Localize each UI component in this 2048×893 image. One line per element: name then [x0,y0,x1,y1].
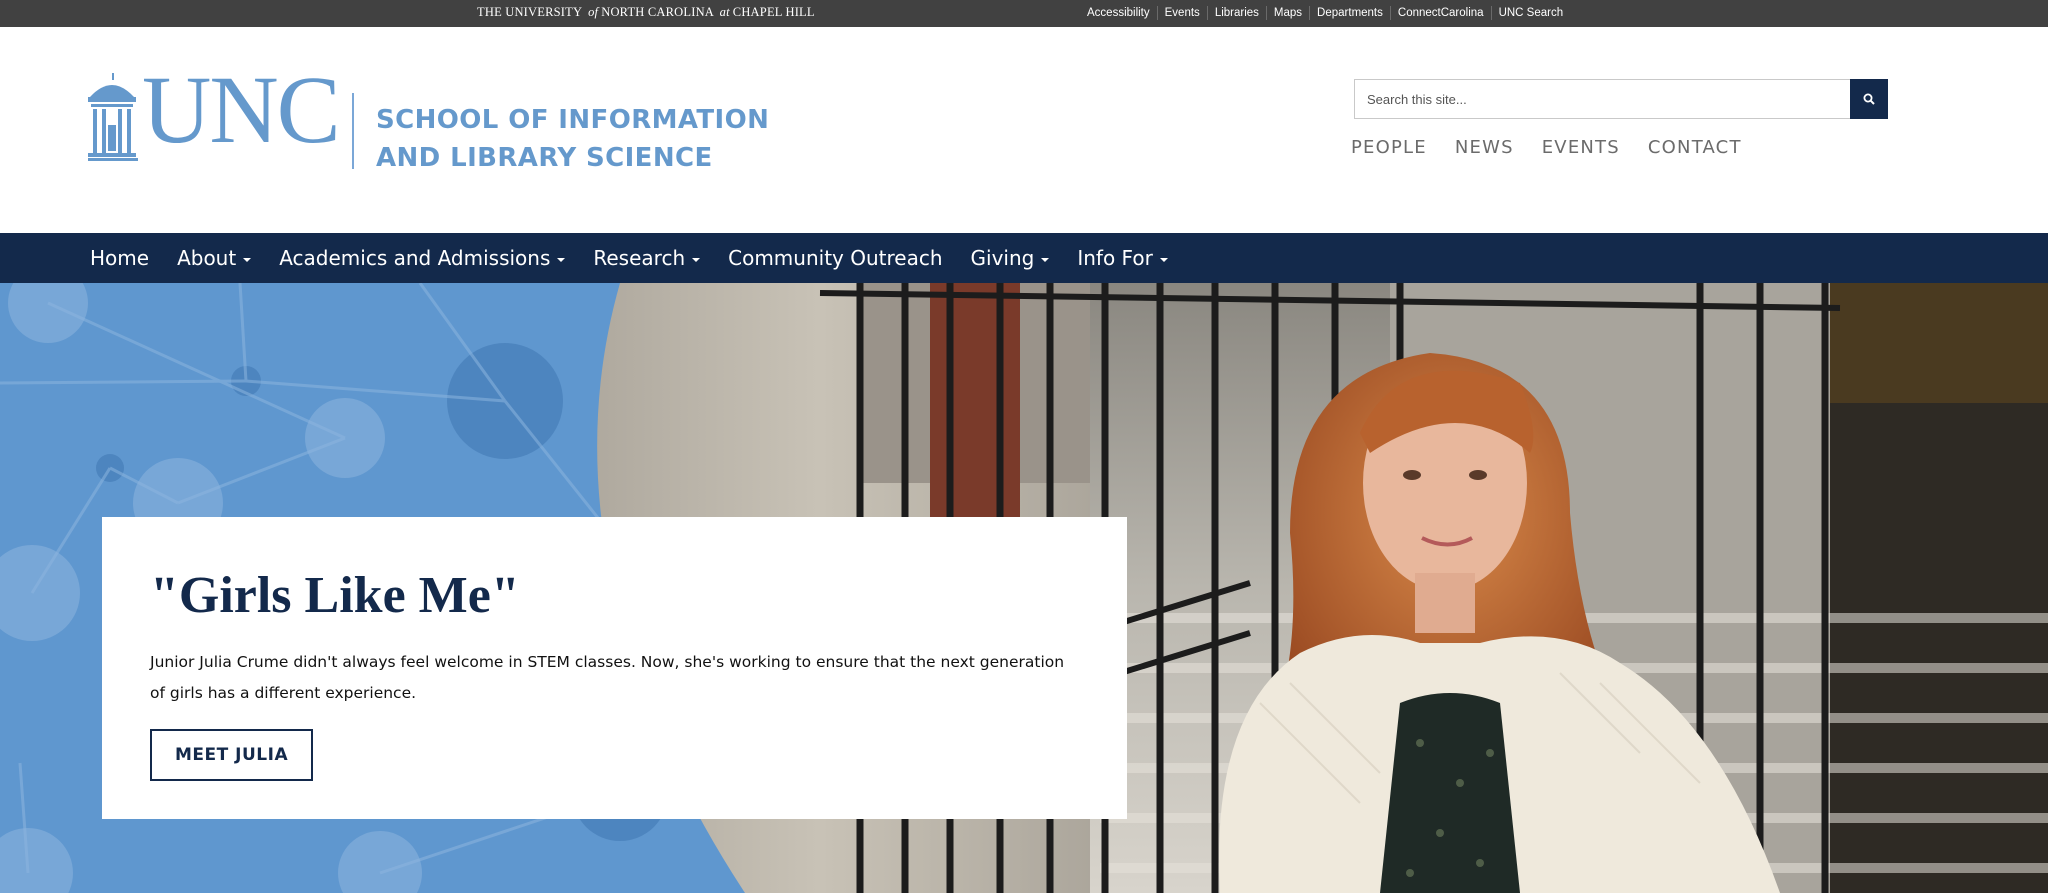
unc-wordmark[interactable]: THE UNIVERSITY of NORTH CAROLINA at CHAPEL… [477,5,815,20]
nav-item-research[interactable]: Research [593,246,701,270]
caret-down-icon [692,257,701,262]
utility-link-libraries[interactable]: Libraries [1206,6,1266,20]
quick-link-people[interactable]: PEOPLE [1351,137,1427,158]
logo-divider [352,93,354,169]
nav-item-about[interactable]: About [177,246,252,270]
site-search [1354,79,1888,119]
utility-link-maps[interactable]: Maps [1265,6,1309,20]
search-button[interactable] [1850,79,1888,119]
nav-item-label: Info For [1077,246,1153,270]
wordmark-chapel-hill: CHAPEL HILL [732,5,815,19]
nav-item-academics-and-admissions[interactable]: Academics and Admissions [279,246,566,270]
utility-bar: THE UNIVERSITY of NORTH CAROLINA at CHAPEL… [0,0,2048,27]
nav-item-home[interactable]: Home [90,246,149,270]
nav-item-label: Community Outreach [728,246,943,270]
utility-link-unc-search[interactable]: UNC Search [1490,6,1571,20]
nav-item-giving[interactable]: Giving [971,246,1050,270]
caret-down-icon [1159,257,1168,262]
logo-unc-text: UNC [142,56,341,163]
nav-item-label: Research [593,246,686,270]
wordmark-at: at [719,5,730,19]
wordmark-the-university: THE UNIVERSITY [477,5,582,19]
hero-description: Junior Julia Crume didn't always feel we… [150,653,1065,702]
quick-link-contact[interactable]: CONTACT [1648,137,1742,158]
nav-item-label: Giving [970,246,1035,270]
utility-link-departments[interactable]: Departments [1309,6,1390,20]
nav-item-label: About [177,246,237,270]
nav-item-label: Home [90,246,150,270]
caret-down-icon [557,257,566,262]
utility-link-events[interactable]: Events [1156,6,1207,20]
caret-down-icon [1041,257,1050,262]
hero-title: "Girls Like Me" [150,567,520,624]
quick-link-events[interactable]: EVENTS [1542,137,1620,158]
site-header: UNC SCHOOL OF INFORMATION AND LIBRARY SC… [0,27,2048,233]
school-name-line2: AND LIBRARY SCIENCE [376,143,713,173]
wordmark-of: of [588,5,599,19]
site-logo[interactable]: UNC SCHOOL OF INFORMATION AND LIBRARY SC… [88,56,769,173]
search-icon [1863,93,1875,105]
utility-link-connectcarolina[interactable]: ConnectCarolina [1389,6,1491,20]
hero-card: "Girls Like Me" Junior Julia Crume didn'… [102,517,1127,819]
utility-link-accessibility[interactable]: Accessibility [1080,6,1157,20]
nav-item-community-outreach[interactable]: Community Outreach [728,246,942,270]
nav-item-label: Academics and Admissions [279,246,551,270]
utility-links: Accessibility Events Libraries Maps Depa… [1080,6,1570,20]
nav-item-info-for[interactable]: Info For [1077,246,1168,270]
meet-julia-button[interactable]: MEET JULIA [150,729,314,781]
hero-banner: "Girls Like Me" Junior Julia Crume didn'… [0,283,2048,893]
caret-down-icon [243,257,252,262]
quick-links: PEOPLE NEWS EVENTS CONTACT [1351,137,1770,158]
search-input[interactable] [1355,80,1850,118]
wordmark-north-carolina: NORTH CAROLINA [601,5,714,19]
school-name-line1: SCHOOL OF INFORMATION [376,105,770,135]
quick-link-news[interactable]: NEWS [1455,137,1514,158]
school-name: SCHOOL OF INFORMATION AND LIBRARY SCIENC… [376,101,769,177]
main-nav: Home About Academics and Admissions Rese… [0,233,2048,283]
